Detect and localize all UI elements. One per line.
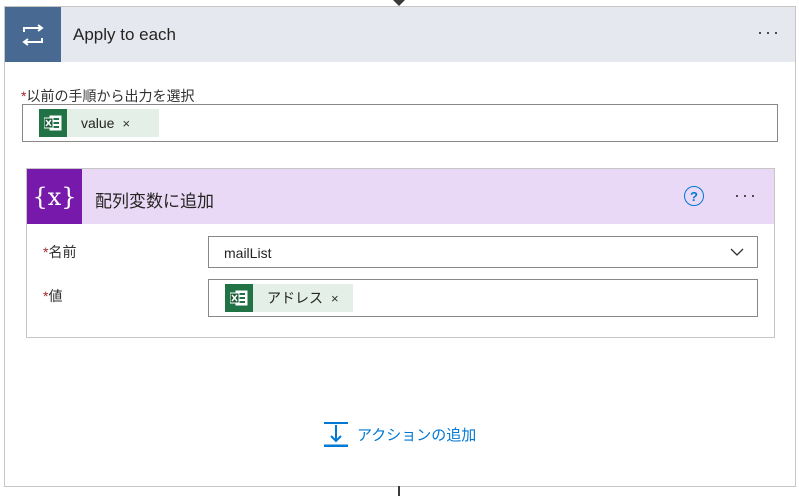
name-label: *名前 (43, 244, 77, 260)
outer-more-options-icon[interactable]: ··· (757, 23, 781, 41)
select-output-label: *以前の手順から出力を選択 (21, 88, 195, 104)
apply-to-each-card: Apply to each ··· *以前の手順から出力を選択 value × (4, 6, 796, 487)
name-dropdown[interactable]: mailList (208, 236, 758, 268)
excel-icon (225, 284, 253, 312)
address-token-label: アドレス (267, 290, 323, 306)
value-token[interactable]: value × (39, 109, 159, 137)
value-token-label: value (81, 115, 115, 131)
apply-to-each-header[interactable]: Apply to each ··· (5, 7, 795, 62)
bottom-connector (398, 486, 400, 496)
value-token-remove-icon[interactable]: × (122, 116, 130, 131)
apply-to-each-title: Apply to each (73, 25, 177, 44)
chevron-down-icon (730, 248, 744, 256)
excel-icon (39, 109, 67, 137)
value-input[interactable]: アドレス × (208, 279, 758, 317)
add-action-label: アクションの追加 (357, 426, 477, 444)
add-action-icon (324, 422, 348, 447)
address-token[interactable]: アドレス × (225, 284, 353, 312)
address-token-remove-icon[interactable]: × (331, 291, 339, 306)
loop-icon (5, 7, 61, 62)
variable-icon: {x} (27, 169, 82, 224)
add-action-button[interactable]: アクションの追加 (323, 421, 476, 447)
append-to-array-title: 配列変数に追加 (95, 192, 214, 211)
select-output-input[interactable]: value × (22, 104, 778, 142)
inner-more-options-icon[interactable]: ··· (734, 186, 758, 204)
name-dropdown-value: mailList (224, 245, 272, 261)
value-label: *値 (43, 288, 63, 304)
append-to-array-header[interactable]: {x} 配列変数に追加 ? ··· (27, 169, 774, 224)
append-to-array-card: {x} 配列変数に追加 ? ··· *名前 mailList *値 アドレス × (26, 168, 775, 338)
help-icon[interactable]: ? (684, 186, 704, 206)
